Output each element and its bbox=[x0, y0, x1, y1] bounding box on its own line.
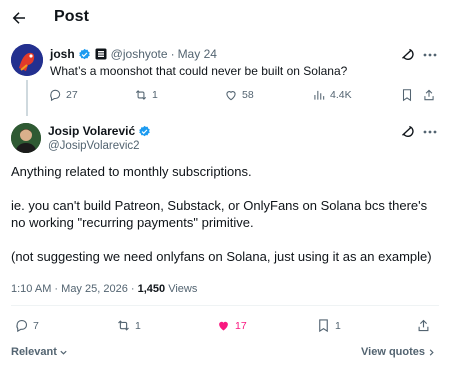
repost-icon bbox=[118, 320, 129, 331]
arrow-left-icon[interactable] bbox=[10, 9, 28, 27]
analytics-icon bbox=[314, 90, 325, 100]
separator-dot: · bbox=[170, 47, 175, 61]
author-name[interactable]: Josip Volarević bbox=[48, 124, 135, 138]
reply-icon bbox=[16, 319, 28, 333]
like-button[interactable]: 58 bbox=[224, 88, 254, 102]
views-count: 1,450 bbox=[137, 283, 166, 295]
tweet-date[interactable]: May 25, 2026 bbox=[61, 283, 128, 295]
heart-icon bbox=[226, 91, 236, 101]
tweet-paragraph: ie. you can't build Patreon, Substack, o… bbox=[11, 198, 428, 230]
share-icon bbox=[418, 319, 429, 332]
share-icon bbox=[424, 89, 434, 101]
sort-label: Relevant bbox=[11, 346, 57, 358]
views-count: 4.4K bbox=[330, 89, 352, 101]
heart-filled-icon bbox=[219, 321, 228, 331]
verified-badge-icon bbox=[139, 125, 150, 136]
chevron-down-icon bbox=[60, 350, 67, 355]
bookmark-icon bbox=[319, 319, 328, 333]
tweet-date[interactable]: May 24 bbox=[178, 47, 217, 61]
repost-button[interactable]: 1 bbox=[134, 88, 158, 102]
more-options-icon[interactable] bbox=[422, 125, 438, 139]
verified-badge-icon bbox=[78, 48, 90, 59]
separator-dot: · bbox=[130, 283, 135, 295]
bookmark-button[interactable] bbox=[400, 88, 414, 102]
thread-line bbox=[26, 80, 28, 116]
separator-dot: · bbox=[54, 283, 59, 295]
tweet-time[interactable]: 1:10 AM bbox=[11, 283, 51, 295]
share-button[interactable] bbox=[416, 318, 431, 333]
more-options-icon[interactable] bbox=[422, 48, 438, 62]
grok-icon[interactable] bbox=[400, 47, 415, 62]
reply-icon bbox=[50, 89, 61, 102]
author-handle[interactable]: @joshyote bbox=[111, 47, 168, 61]
reply-count: 7 bbox=[33, 319, 39, 332]
affiliate-badge-icon bbox=[95, 48, 107, 60]
like-count: 58 bbox=[242, 89, 254, 101]
tweet-text: Anything related to monthly subscription… bbox=[11, 163, 443, 282]
bookmark-button[interactable]: 1 bbox=[316, 318, 341, 333]
parent-author-row: josh @joshyote · May 24 bbox=[50, 46, 217, 62]
main-action-bar: 7 1 17 1 bbox=[14, 318, 439, 336]
views-button[interactable]: 4.4K bbox=[312, 88, 352, 102]
share-button[interactable] bbox=[422, 88, 436, 102]
parent-action-bar: 27 1 58 4.4K bbox=[44, 88, 444, 104]
repost-count: 1 bbox=[152, 89, 158, 101]
page-title: Post bbox=[54, 8, 90, 25]
divider bbox=[11, 305, 439, 306]
like-button[interactable]: 17 bbox=[216, 318, 247, 333]
avatar[interactable] bbox=[11, 123, 41, 153]
avatar[interactable] bbox=[11, 44, 43, 76]
tweet-meta: 1:10 AM · May 25, 2026 · 1,450 Views bbox=[11, 283, 197, 295]
tweet-paragraph: (not suggesting we need onlyfans on Sola… bbox=[11, 249, 432, 264]
reply-button[interactable]: 7 bbox=[14, 318, 39, 333]
grok-icon[interactable] bbox=[400, 124, 415, 139]
repost-button[interactable]: 1 bbox=[116, 318, 141, 333]
repost-count: 1 bbox=[135, 319, 141, 332]
repost-icon bbox=[135, 90, 147, 100]
reply-count: 27 bbox=[66, 89, 78, 101]
post-header: Post bbox=[0, 0, 450, 36]
view-quotes-label: View quotes bbox=[361, 346, 425, 358]
tweet-paragraph: Anything related to monthly subscription… bbox=[11, 164, 252, 179]
like-count: 17 bbox=[235, 319, 247, 332]
author-name[interactable]: josh bbox=[50, 47, 75, 61]
main-author-row: Josip Volarević bbox=[48, 123, 151, 139]
author-handle[interactable]: @JosipVolarevic2 bbox=[48, 140, 140, 152]
views-label: Views bbox=[168, 283, 198, 295]
reply-button[interactable]: 27 bbox=[48, 88, 78, 102]
sort-dropdown[interactable]: Relevant bbox=[11, 346, 68, 358]
chevron-right-icon bbox=[429, 348, 434, 356]
tweet-text: What’s a moonshot that could never be bu… bbox=[50, 64, 348, 78]
bookmark-count: 1 bbox=[335, 319, 341, 332]
view-quotes-link[interactable]: View quotes bbox=[361, 346, 436, 358]
bookmark-icon bbox=[402, 89, 412, 102]
